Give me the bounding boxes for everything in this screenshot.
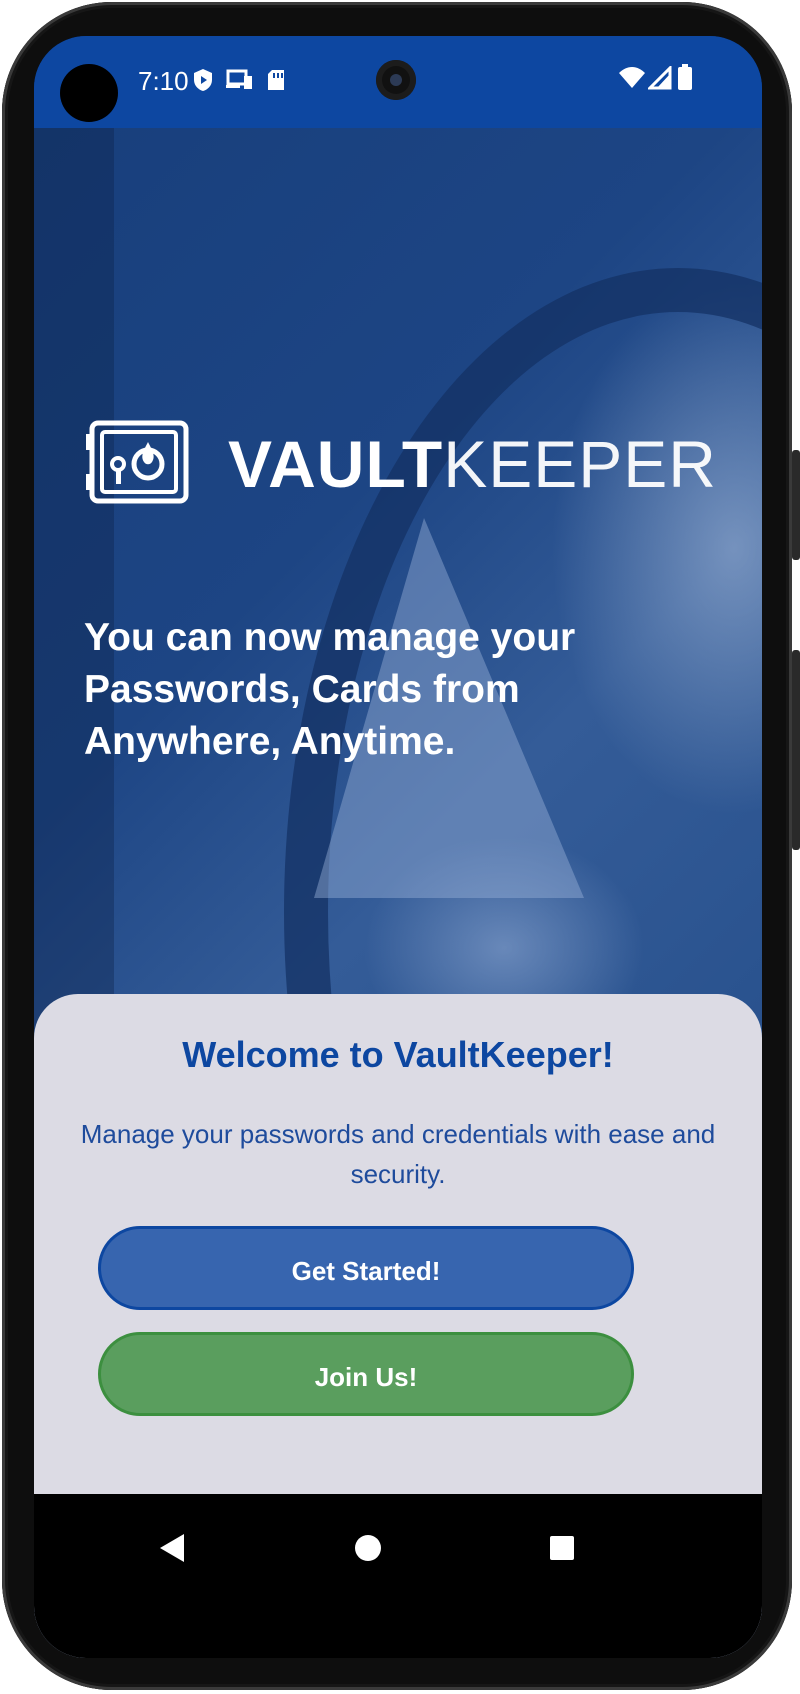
phone-device: 7:10 VAULTKEEPER You can now manage your… [0, 0, 800, 1694]
volume-button [792, 650, 800, 850]
camera-cutout [60, 64, 118, 122]
welcome-title: Welcome to VaultKeeper! [182, 1034, 614, 1075]
sd-card-icon [266, 68, 286, 96]
status-time: 7:10 [138, 66, 189, 96]
shield-icon [192, 68, 214, 96]
back-icon[interactable] [158, 1532, 186, 1568]
home-icon[interactable] [354, 1532, 382, 1568]
join-us-button[interactable]: Join Us! [98, 1332, 634, 1416]
screen: 7:10 VAULTKEEPER You can now manage your… [34, 36, 762, 1658]
brand-name-light: KEEPER [443, 427, 717, 501]
vault-safe-icon [84, 420, 194, 508]
brand-name-bold: VAULT [228, 427, 444, 501]
front-camera [376, 60, 416, 100]
wifi-icon [618, 66, 646, 94]
brand-logo: VAULTKEEPER [84, 420, 717, 508]
get-started-button[interactable]: Get Started! [98, 1226, 634, 1310]
welcome-subtitle: Manage your passwords and credentials wi… [80, 1119, 716, 1189]
cellular-icon [646, 64, 672, 94]
brand-name: VAULTKEEPER [228, 431, 717, 497]
hero-tagline: You can now manage your Passwords, Cards… [84, 616, 576, 763]
battery-icon [678, 64, 692, 94]
recents-icon[interactable] [548, 1532, 576, 1568]
power-button [792, 450, 800, 560]
navigation-bar [34, 1494, 762, 1658]
cast-icon [226, 68, 254, 96]
